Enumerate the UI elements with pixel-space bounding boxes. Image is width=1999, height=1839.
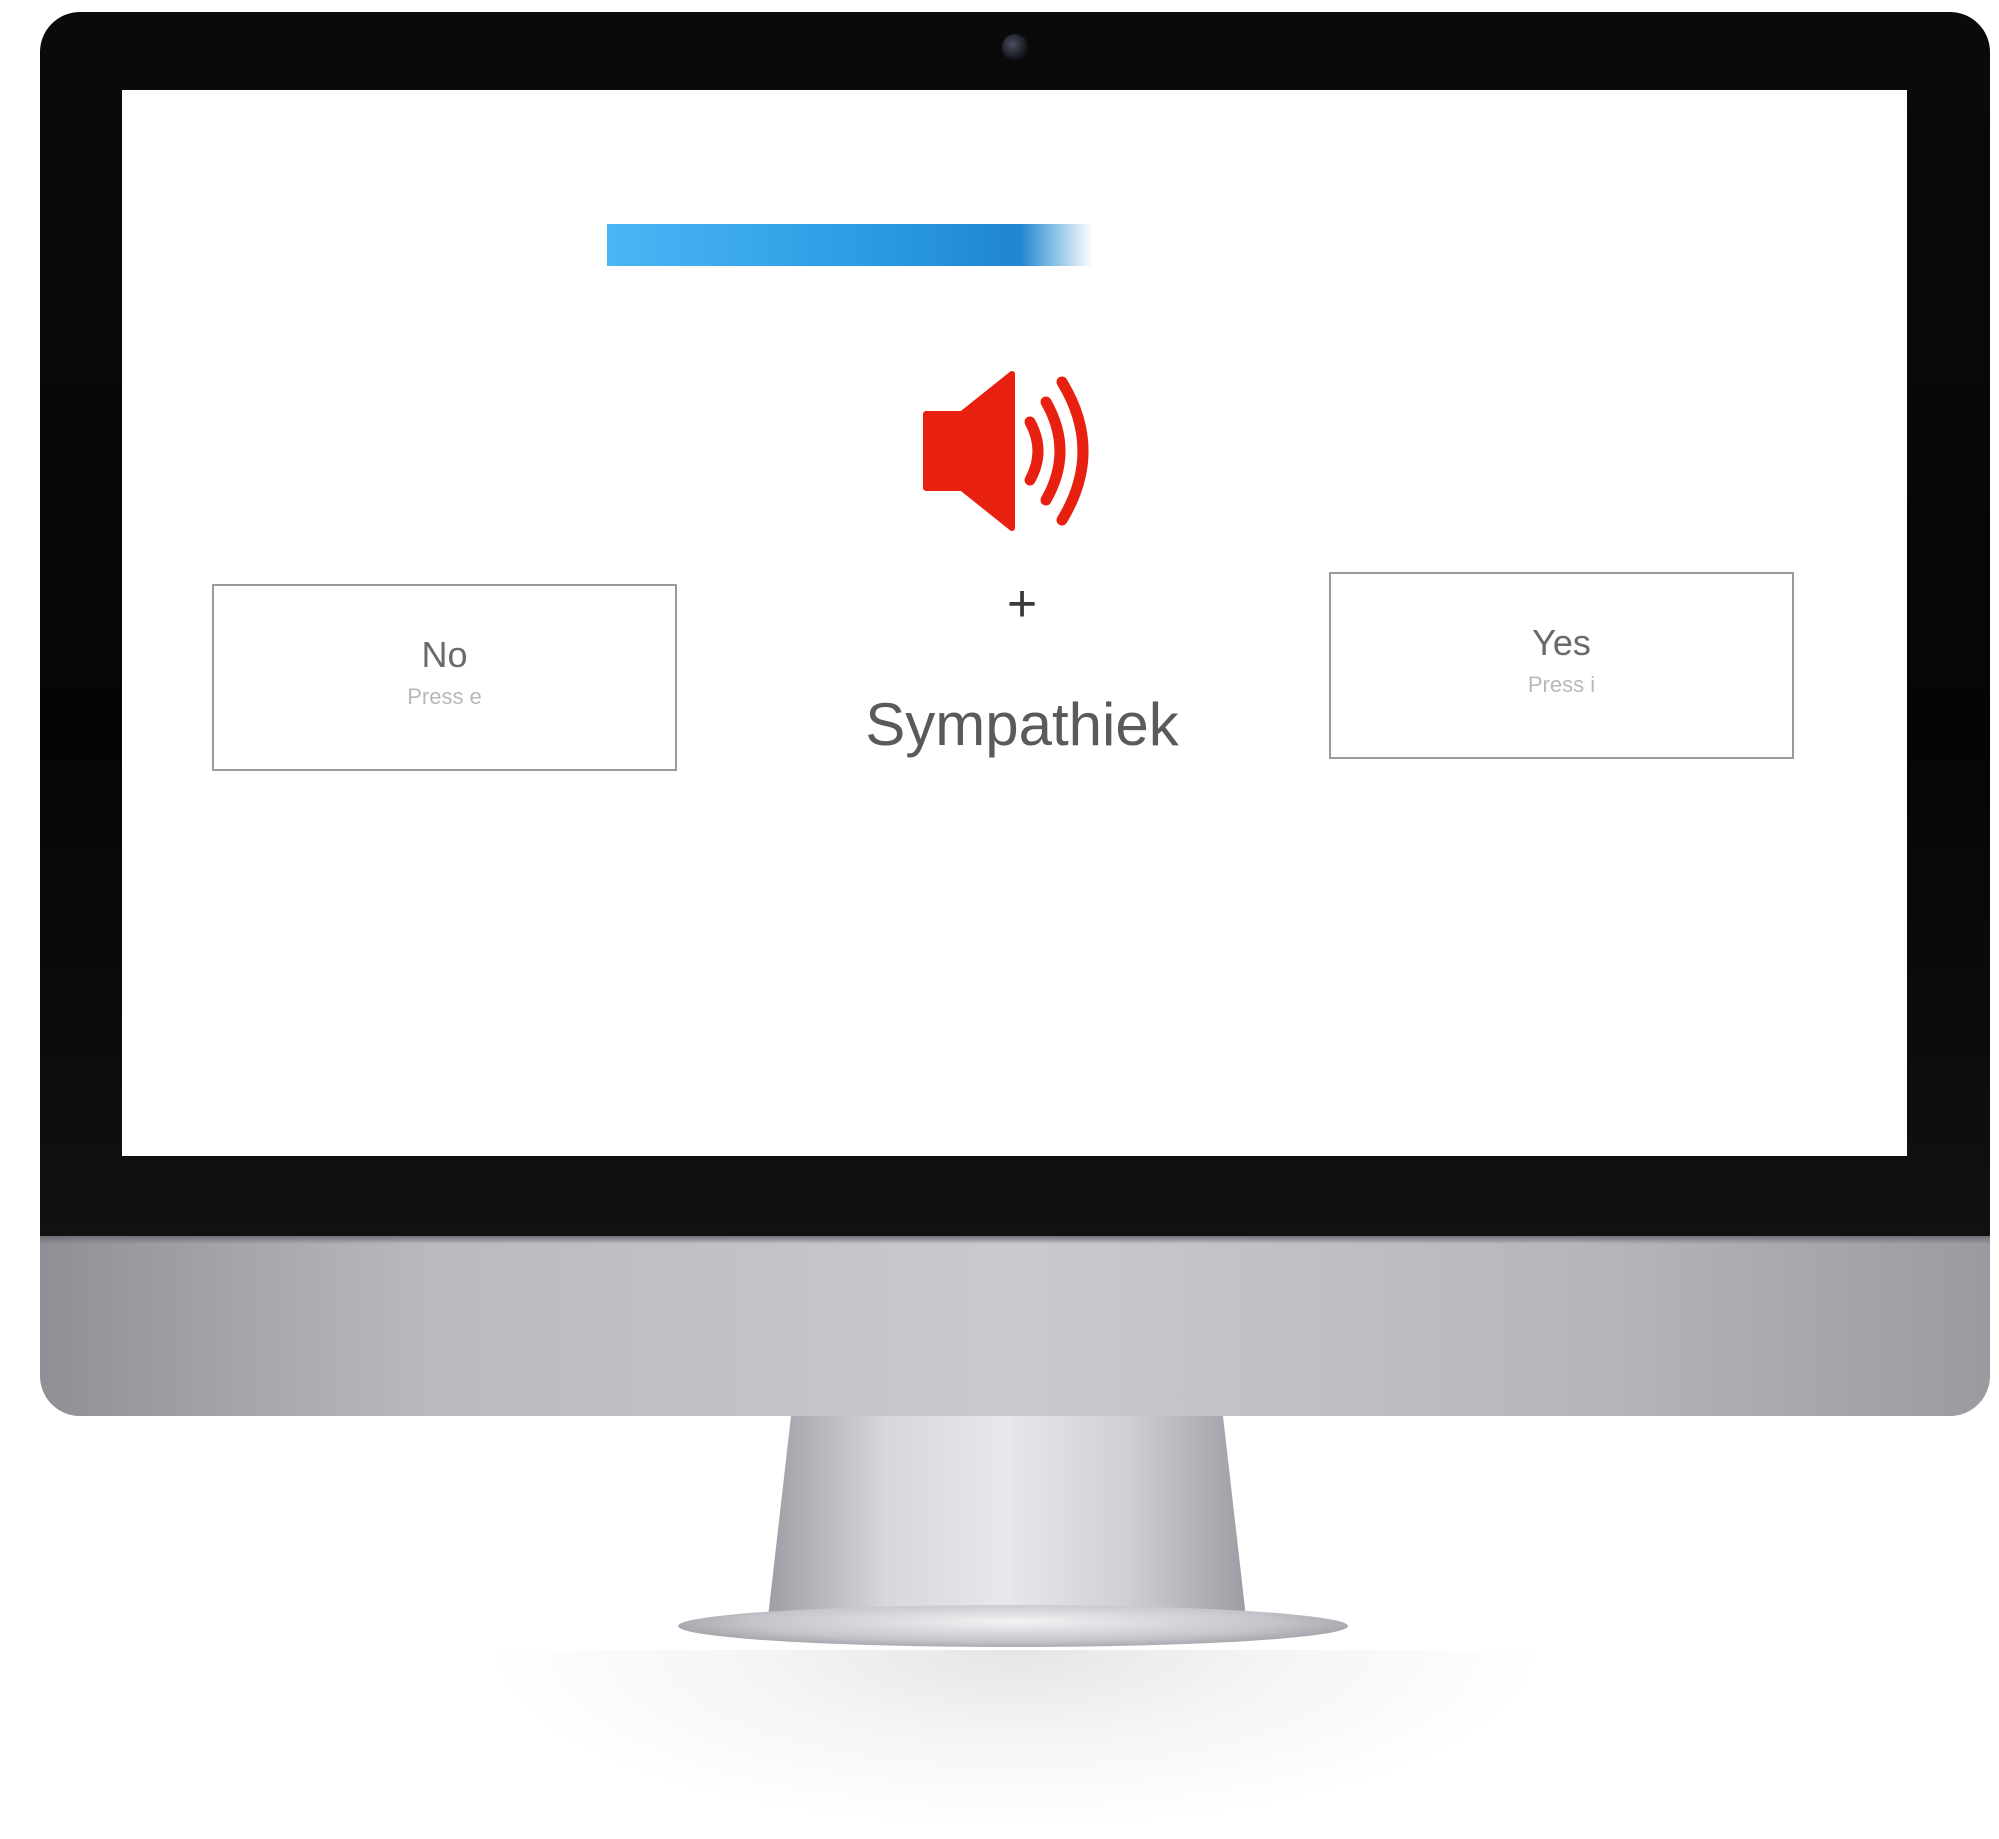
no-label: No [421,634,468,675]
progress-bar-fill [607,224,1093,266]
webcam-icon [1002,34,1028,60]
monitor-stand [767,1416,1247,1626]
stand-shadow [480,1650,1550,1830]
yes-label: Yes [1532,622,1591,663]
fixation-cross: + [1006,575,1038,633]
monitor-chin [40,1236,1990,1416]
speaker-volume-icon[interactable] [922,370,1112,532]
no-response-button[interactable]: No Press e [212,584,677,771]
no-key-hint: Press e [407,684,482,709]
monitor-mockup: + Sympathiek No Press e Yes Press i [0,0,1999,1839]
monitor-stand-base [678,1605,1348,1647]
progress-bar [607,224,1232,266]
stimulus-word: Sympathiek [865,691,1179,758]
yes-key-hint: Press i [1527,672,1596,697]
experiment-screen: + Sympathiek No Press e Yes Press i [122,90,1907,1156]
yes-response-button[interactable]: Yes Press i [1329,572,1794,759]
